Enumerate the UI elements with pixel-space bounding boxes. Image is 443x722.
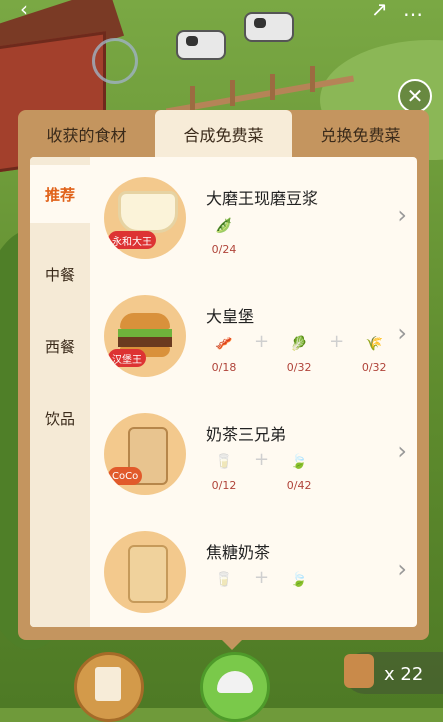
- ingredient-count: 0/32: [361, 361, 387, 374]
- ingredient: 🥓 0/18: [206, 333, 242, 374]
- ingredient-list: 🫛 0/24: [206, 215, 242, 263]
- more-icon[interactable]: …: [403, 0, 423, 19]
- panel-content: 推荐 中餐 西餐 饮品 永和大王 大磨王现磨豆浆 🫛 0/24 › 汉堡王 大皇…: [30, 157, 417, 627]
- lettuce-icon: 🥬: [290, 336, 308, 352]
- cloche-button[interactable]: [200, 652, 270, 722]
- close-icon: ✕: [406, 84, 424, 108]
- brand-badge: 永和大王: [108, 231, 156, 249]
- ingredient: 🌾 0/32: [356, 333, 392, 374]
- dish-row-caramel-milk-tea[interactable]: 焦糖奶茶 🥛 + 🍃 ›: [90, 511, 417, 627]
- chevron-right-icon: ›: [397, 201, 407, 229]
- dish-row-soy-milk[interactable]: 永和大王 大磨王现磨豆浆 🫛 0/24 ›: [90, 157, 417, 275]
- dish-name: 大皇堡: [206, 307, 255, 326]
- brand-badge: CoCo: [108, 467, 143, 485]
- plus-icon: +: [254, 567, 270, 588]
- caramel-milk-tea-image: [104, 531, 186, 613]
- fence-post: [270, 74, 275, 100]
- fence-post: [190, 86, 195, 112]
- dish-panel: 收获的食材 合成免费菜 兑换免费菜 推荐 中餐 西餐 饮品 永和大王 大磨王现磨…: [18, 110, 429, 640]
- nav-item-recommended[interactable]: 推荐: [30, 165, 90, 223]
- cow: [244, 12, 294, 42]
- ingredient-count: 0/42: [286, 479, 312, 492]
- chevron-right-icon: ›: [397, 437, 407, 465]
- chevron-right-icon: ›: [397, 319, 407, 347]
- tab-bar: 收获的食材 合成免费菜 兑换免费菜: [18, 110, 429, 157]
- ingredient: 🍃 0/42: [281, 451, 317, 492]
- tea-leaf-icon: 🍃: [290, 572, 308, 588]
- tea-leaf-icon: 🍃: [290, 454, 308, 470]
- tab-harvested-ingredients[interactable]: 收获的食材: [18, 110, 155, 157]
- fence-post: [310, 66, 315, 92]
- plus-icon: +: [329, 331, 345, 352]
- fence-post: [230, 80, 235, 106]
- ingredient: 🫛 0/24: [206, 215, 242, 256]
- counter-label: x 22: [384, 664, 424, 685]
- brand-badge: 汉堡王: [108, 349, 146, 367]
- plus-icon: +: [254, 449, 270, 470]
- windmill: [92, 38, 138, 84]
- ingredient-list: 🥛 + 🍃: [206, 567, 317, 617]
- dish-list: 永和大王 大磨王现磨豆浆 🫛 0/24 › 汉堡王 大皇堡 🥓 0/18 + 🥬…: [90, 157, 417, 627]
- ingredient-count: 0/24: [211, 243, 237, 256]
- ingredient: 🥬 0/32: [281, 333, 317, 374]
- milk-icon: 🥛: [215, 454, 233, 470]
- burger-image: 汉堡王: [104, 295, 186, 377]
- meat-icon: 🥓: [215, 336, 233, 352]
- tab-compose-free-dish[interactable]: 合成免费菜: [155, 110, 292, 157]
- ingredient: 🥛: [206, 569, 242, 591]
- flour-sack-icon: 🌾: [365, 336, 383, 352]
- back-icon[interactable]: ‹: [20, 0, 28, 19]
- share-icon[interactable]: ↗: [371, 0, 388, 19]
- ingredient-count: 0/12: [211, 479, 237, 492]
- milk-tea-image: CoCo: [104, 413, 186, 495]
- clipboard-button[interactable]: [74, 652, 144, 722]
- nav-item-western[interactable]: 西餐: [30, 317, 90, 375]
- dish-row-milk-tea-trio[interactable]: CoCo 奶茶三兄弟 🥛 0/12 + 🍃 0/42 ›: [90, 393, 417, 511]
- soy-milk-image: 永和大王: [104, 177, 186, 259]
- nav-item-drinks[interactable]: 饮品: [30, 389, 90, 447]
- dish-name: 奶茶三兄弟: [206, 425, 287, 444]
- dish-row-whopper[interactable]: 汉堡王 大皇堡 🥓 0/18 + 🥬 0/32 + 🌾 0/32 ›: [90, 275, 417, 393]
- plus-icon: +: [254, 331, 270, 352]
- ingredient: 🥛 0/12: [206, 451, 242, 492]
- tab-exchange-free-dish[interactable]: 兑换免费菜: [292, 110, 429, 157]
- ingredient-list: 🥓 0/18 + 🥬 0/32 + 🌾 0/32: [206, 331, 392, 381]
- clipboard-icon: [95, 667, 121, 701]
- soybean-icon: 🫛: [215, 218, 233, 234]
- nav-item-chinese[interactable]: 中餐: [30, 245, 90, 303]
- close-button[interactable]: ✕: [398, 79, 432, 113]
- dish-name: 大磨王现磨豆浆: [206, 189, 319, 208]
- category-nav: 推荐 中餐 西餐 饮品: [30, 157, 90, 627]
- cow: [176, 30, 226, 60]
- ingredient-count: 0/32: [286, 361, 312, 374]
- ingredient-count: 0/18: [211, 361, 237, 374]
- milk-icon: 🥛: [215, 572, 233, 588]
- ingredient: 🍃: [281, 569, 317, 591]
- sack-icon: [344, 654, 374, 688]
- ingredient-list: 🥛 0/12 + 🍃 0/42: [206, 449, 317, 499]
- dish-name: 焦糖奶茶: [206, 543, 271, 562]
- chevron-right-icon: ›: [397, 555, 407, 583]
- cloche-icon: [217, 671, 253, 693]
